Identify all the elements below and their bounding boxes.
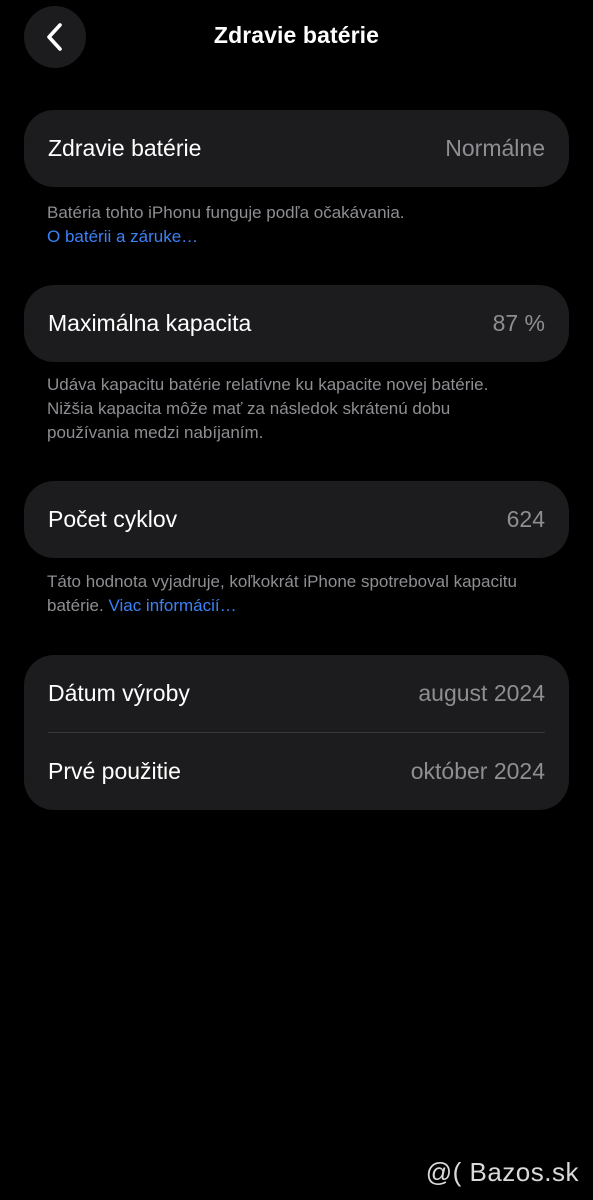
dates-card: Dátum výroby august 2024 Prvé použitie o…: [24, 655, 569, 810]
watermark: @( Bazos.sk: [425, 1157, 579, 1187]
cycle-count-label: Počet cyklov: [48, 506, 178, 532]
first-use-row: Prvé použitie október 2024: [24, 733, 569, 810]
max-capacity-footnote: Udáva kapacitu batérie relatívne ku kapa…: [47, 375, 489, 442]
max-capacity-card: Maximálna kapacita 87 %: [24, 285, 569, 362]
battery-health-row: Zdravie batérie Normálne: [24, 110, 569, 187]
battery-health-label: Zdravie batérie: [48, 135, 202, 161]
battery-health-footnote: Batéria tohto iPhonu funguje podľa očaká…: [47, 201, 547, 249]
cycle-count-row: Počet cyklov 624: [24, 481, 569, 558]
cycle-count-footnote: Táto hodnota vyjadruje, koľkokrát iPhone…: [47, 570, 537, 618]
battery-warranty-link[interactable]: O batérii a záruke…: [47, 225, 547, 249]
battery-health-card: Zdravie batérie Normálne: [24, 110, 569, 187]
manufacture-date-value: august 2024: [418, 680, 545, 706]
cycle-count-value: 624: [506, 506, 545, 532]
max-capacity-row: Maximálna kapacita 87 %: [24, 285, 569, 362]
manufacture-date-row: Dátum výroby august 2024: [24, 655, 569, 732]
first-use-value: október 2024: [410, 758, 545, 784]
manufacture-date-label: Dátum výroby: [48, 680, 190, 706]
page-title: Zdravie batérie: [213, 22, 380, 48]
battery-health-value: Normálne: [445, 135, 545, 161]
cycle-count-card: Počet cyklov 624: [24, 481, 569, 558]
first-use-label: Prvé použitie: [48, 758, 181, 784]
max-capacity-value: 87 %: [492, 310, 545, 336]
more-info-link[interactable]: Viac informácií…: [108, 596, 236, 615]
navigation-bar: Zdravie batérie: [0, 0, 593, 76]
max-capacity-label: Maximálna kapacita: [48, 310, 252, 336]
battery-health-note: Batéria tohto iPhonu funguje podľa očaká…: [47, 203, 405, 222]
